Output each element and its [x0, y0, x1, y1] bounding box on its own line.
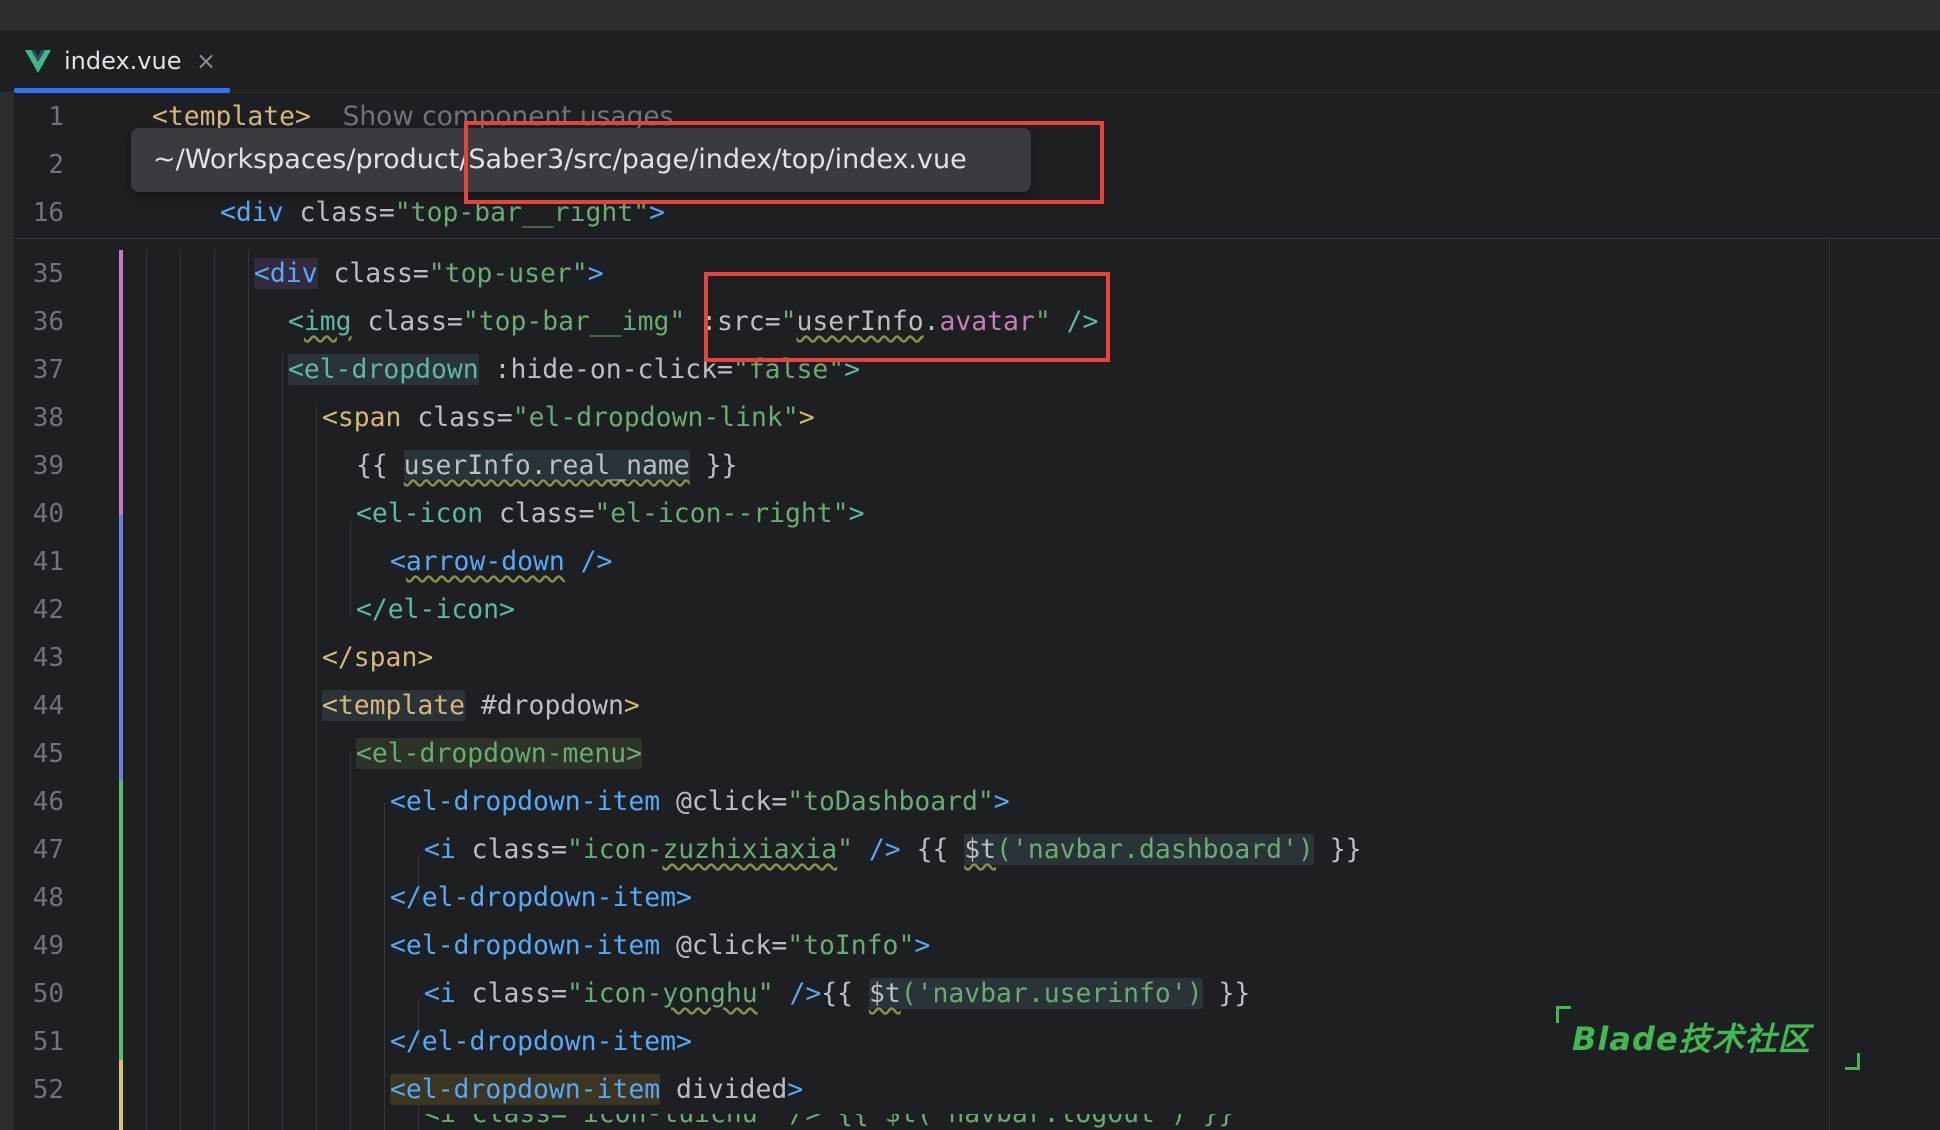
highlight-box-path [464, 121, 1104, 204]
code-text: <el-dropdown-menu> [356, 738, 642, 769]
right-margin-guide [1829, 238, 1830, 1130]
code-line-53-partial: <i class="icon-tuichu" /> {{ $t('navbar.… [14, 1114, 1940, 1130]
code-line-49: 49 <el-dropdown-item @click="toInfo"> [14, 922, 1940, 970]
line-number: 47 [32, 835, 64, 865]
code-editor[interactable]: 1 <template> Show component usages 2 16 … [14, 93, 1940, 1130]
line-number: 43 [32, 643, 64, 673]
line-number: 2 [48, 150, 64, 180]
line-number: 49 [32, 931, 64, 961]
code-line-40: 40 <el-icon class="el-icon--right"> [14, 490, 1940, 538]
editor-tab-bar [0, 30, 1940, 93]
line-number: 1 [48, 102, 64, 132]
code-text: </el-icon> [356, 594, 515, 625]
line-number: 35 [32, 259, 64, 289]
code-line-52: 52 <el-dropdown-item divided> [14, 1066, 1940, 1114]
close-icon[interactable]: × [196, 47, 216, 75]
line-number: 52 [32, 1075, 64, 1105]
code-text: <div class="top-user"> [254, 258, 604, 289]
watermark-text: Blade技术社区 [1572, 1020, 1811, 1058]
line-number: 44 [32, 691, 64, 721]
code-text: <i class="icon-yonghu" />{{ $t('navbar.u… [424, 978, 1251, 1009]
watermark-corner [1556, 1006, 1571, 1023]
line-number: 41 [32, 547, 64, 577]
code-text: <span class="el-dropdown-link"> [322, 402, 815, 433]
code-line-43: 43 </span> [14, 634, 1940, 682]
code-line-39: 39 {{ userInfo.real_name }} [14, 442, 1940, 490]
line-number: 37 [32, 355, 64, 385]
line-number: 50 [32, 979, 64, 1009]
code-line-38: 38 <span class="el-dropdown-link"> [14, 394, 1940, 442]
code-text: </el-dropdown-item> [390, 882, 692, 913]
left-tool-strip [0, 92, 14, 1130]
code-text: <el-icon class="el-icon--right"> [356, 498, 865, 529]
code-line-47: 47 <i class="icon-zuzhixiaxia" /> {{ $t(… [14, 826, 1940, 874]
code-line-44: 44 <template #dropdown> [14, 682, 1940, 730]
code-text: {{ userInfo.real_name }} [356, 450, 738, 481]
code-text: <i class="icon-tuichu" /> {{ $t('navbar.… [424, 1114, 1234, 1130]
line-number: 40 [32, 499, 64, 529]
code-text: </span> [322, 642, 434, 673]
code-text: <el-dropdown-item divided> [390, 1074, 804, 1105]
line-number: 45 [32, 739, 64, 769]
line-number: 39 [32, 451, 64, 481]
code-text: <arrow-down /> [390, 546, 613, 577]
code-line-46: 46 <el-dropdown-item @click="toDashboard… [14, 778, 1940, 826]
line-number: 42 [32, 595, 64, 625]
code-line-42: 42 </el-icon> [14, 586, 1940, 634]
line-number: 46 [32, 787, 64, 817]
line-number: 48 [32, 883, 64, 913]
vue-file-icon [25, 50, 51, 73]
code-text: <i class="icon-zuzhixiaxia" /> {{ $t('na… [424, 834, 1362, 865]
tab-title[interactable]: index.vue [64, 47, 181, 75]
watermark: Blade技术社区 [1556, 1006, 1860, 1070]
code-text: <el-dropdown-item @click="toInfo"> [390, 930, 931, 961]
line-number: 38 [32, 403, 64, 433]
code-text: <el-dropdown-item @click="toDashboard"> [390, 786, 1010, 817]
window-title-bar [0, 0, 1940, 30]
code-text: <template #dropdown> [322, 690, 640, 721]
watermark-corner [1845, 1053, 1860, 1070]
line-number: 36 [32, 307, 64, 337]
code-line-45: 45 <el-dropdown-menu> [14, 730, 1940, 778]
highlight-box-src [704, 272, 1110, 362]
code-line-48: 48 </el-dropdown-item> [14, 874, 1940, 922]
line-number: 51 [32, 1027, 64, 1057]
sticky-lines-divider [14, 238, 1940, 239]
line-number: 16 [32, 198, 64, 228]
code-line-41: 41 <arrow-down /> [14, 538, 1940, 586]
code-text: </el-dropdown-item> [390, 1026, 692, 1057]
